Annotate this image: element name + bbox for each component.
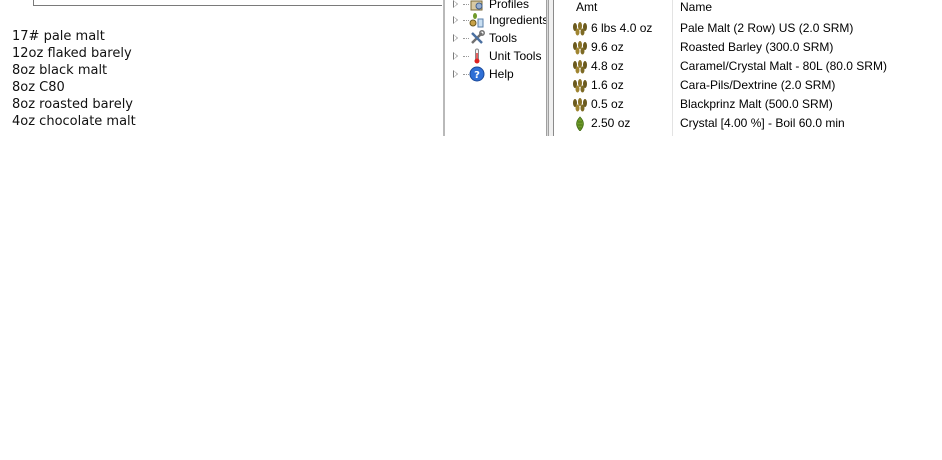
grain-icon	[573, 79, 587, 93]
ingredient-amount: 0.5 oz	[591, 97, 624, 111]
ingredient-row[interactable]: 4.8 oz Caramel/Crystal Malt - 80L (80.0 …	[554, 57, 942, 76]
help-icon: ?	[469, 66, 485, 82]
expand-arrow-icon[interactable]	[453, 0, 458, 8]
recipe-notes-text[interactable]: 17# pale malt 12oz flaked barely 8oz bla…	[12, 28, 136, 130]
column-header-amt[interactable]: Amt	[576, 0, 597, 16]
ingredient-row[interactable]: 2.50 oz Crystal [4.00 %] - Boil 60.0 min	[554, 114, 942, 133]
grain-icon	[573, 98, 587, 112]
hop-icon	[576, 116, 584, 131]
tree-item-unit-tools[interactable]: Unit Tools	[445, 47, 546, 65]
tree-item-ingredients[interactable]: Ingredients	[445, 11, 546, 29]
tools-icon	[471, 30, 485, 44]
ingredient-row[interactable]: 9.6 oz Roasted Barley (300.0 SRM)	[554, 38, 942, 57]
tree-item-label: Help	[489, 67, 514, 81]
ingredient-name: Cara-Pils/Dextrine (2.0 SRM)	[680, 78, 836, 92]
ingredient-amount: 9.6 oz	[591, 40, 624, 54]
tree-item-label: Unit Tools	[489, 49, 542, 63]
notes-line: 17# pale malt	[12, 29, 105, 44]
column-header-name[interactable]: Name	[680, 0, 712, 16]
notes-line: 8oz C80	[12, 80, 65, 95]
expand-arrow-icon[interactable]	[453, 52, 458, 60]
expand-arrow-icon[interactable]	[453, 70, 458, 78]
ingredient-amount: 4.8 oz	[591, 59, 624, 73]
notes-input-box-edge[interactable]	[33, 0, 442, 6]
ingredient-name: Blackprinz Malt (500.0 SRM)	[680, 97, 833, 111]
svg-text:?: ?	[474, 70, 480, 81]
ingredient-amount: 6 lbs 4.0 oz	[591, 21, 653, 35]
ingredient-name: Roasted Barley (300.0 SRM)	[680, 40, 834, 54]
navigation-tree: Profiles Ingredients Tools Unit Tools ? …	[445, 0, 546, 136]
ingredient-row[interactable]: 1.6 oz Cara-Pils/Dextrine (2.0 SRM)	[554, 76, 942, 95]
expand-arrow-icon[interactable]	[453, 34, 458, 42]
tree-item-label: Tools	[489, 31, 518, 45]
ingredient-name: Caramel/Crystal Malt - 80L (80.0 SRM)	[680, 59, 887, 73]
blank-area	[0, 136, 942, 460]
notes-line: 12oz flaked barely	[12, 46, 132, 61]
tree-item-label: Ingredients	[489, 13, 546, 27]
notes-pane[interactable]: 17# pale malt 12oz flaked barely 8oz bla…	[0, 0, 443, 136]
ingredients-list: Amt Name 6 lbs 4.0 oz Pale Malt (2 Row) …	[553, 0, 942, 136]
grain-icon	[573, 22, 587, 36]
thermometer-icon	[474, 48, 480, 64]
notes-line: 4oz chocolate malt	[12, 114, 136, 129]
ingredient-name: Pale Malt (2 Row) US (2.0 SRM)	[680, 21, 854, 35]
grain-icon	[573, 60, 587, 74]
grain-icon	[573, 41, 587, 55]
tree-item-help[interactable]: ? Help	[445, 65, 546, 83]
notes-line: 8oz black malt	[12, 63, 108, 78]
ingredients-icon	[469, 13, 484, 28]
expand-arrow-icon[interactable]	[453, 16, 458, 24]
app-window: 17# pale malt 12oz flaked barely 8oz bla…	[0, 0, 942, 136]
tree-item-tools[interactable]: Tools	[445, 29, 546, 47]
ingredient-amount: 2.50 oz	[591, 116, 631, 130]
notes-line: 8oz roasted barely	[12, 97, 133, 112]
ingredient-row[interactable]: 6 lbs 4.0 oz Pale Malt (2 Row) US (2.0 S…	[554, 19, 942, 38]
ingredient-name: Crystal [4.00 %] - Boil 60.0 min	[680, 116, 845, 130]
ingredient-row[interactable]: 0.5 oz Blackprinz Malt (500.0 SRM)	[554, 95, 942, 114]
ingredient-amount: 1.6 oz	[591, 78, 624, 92]
